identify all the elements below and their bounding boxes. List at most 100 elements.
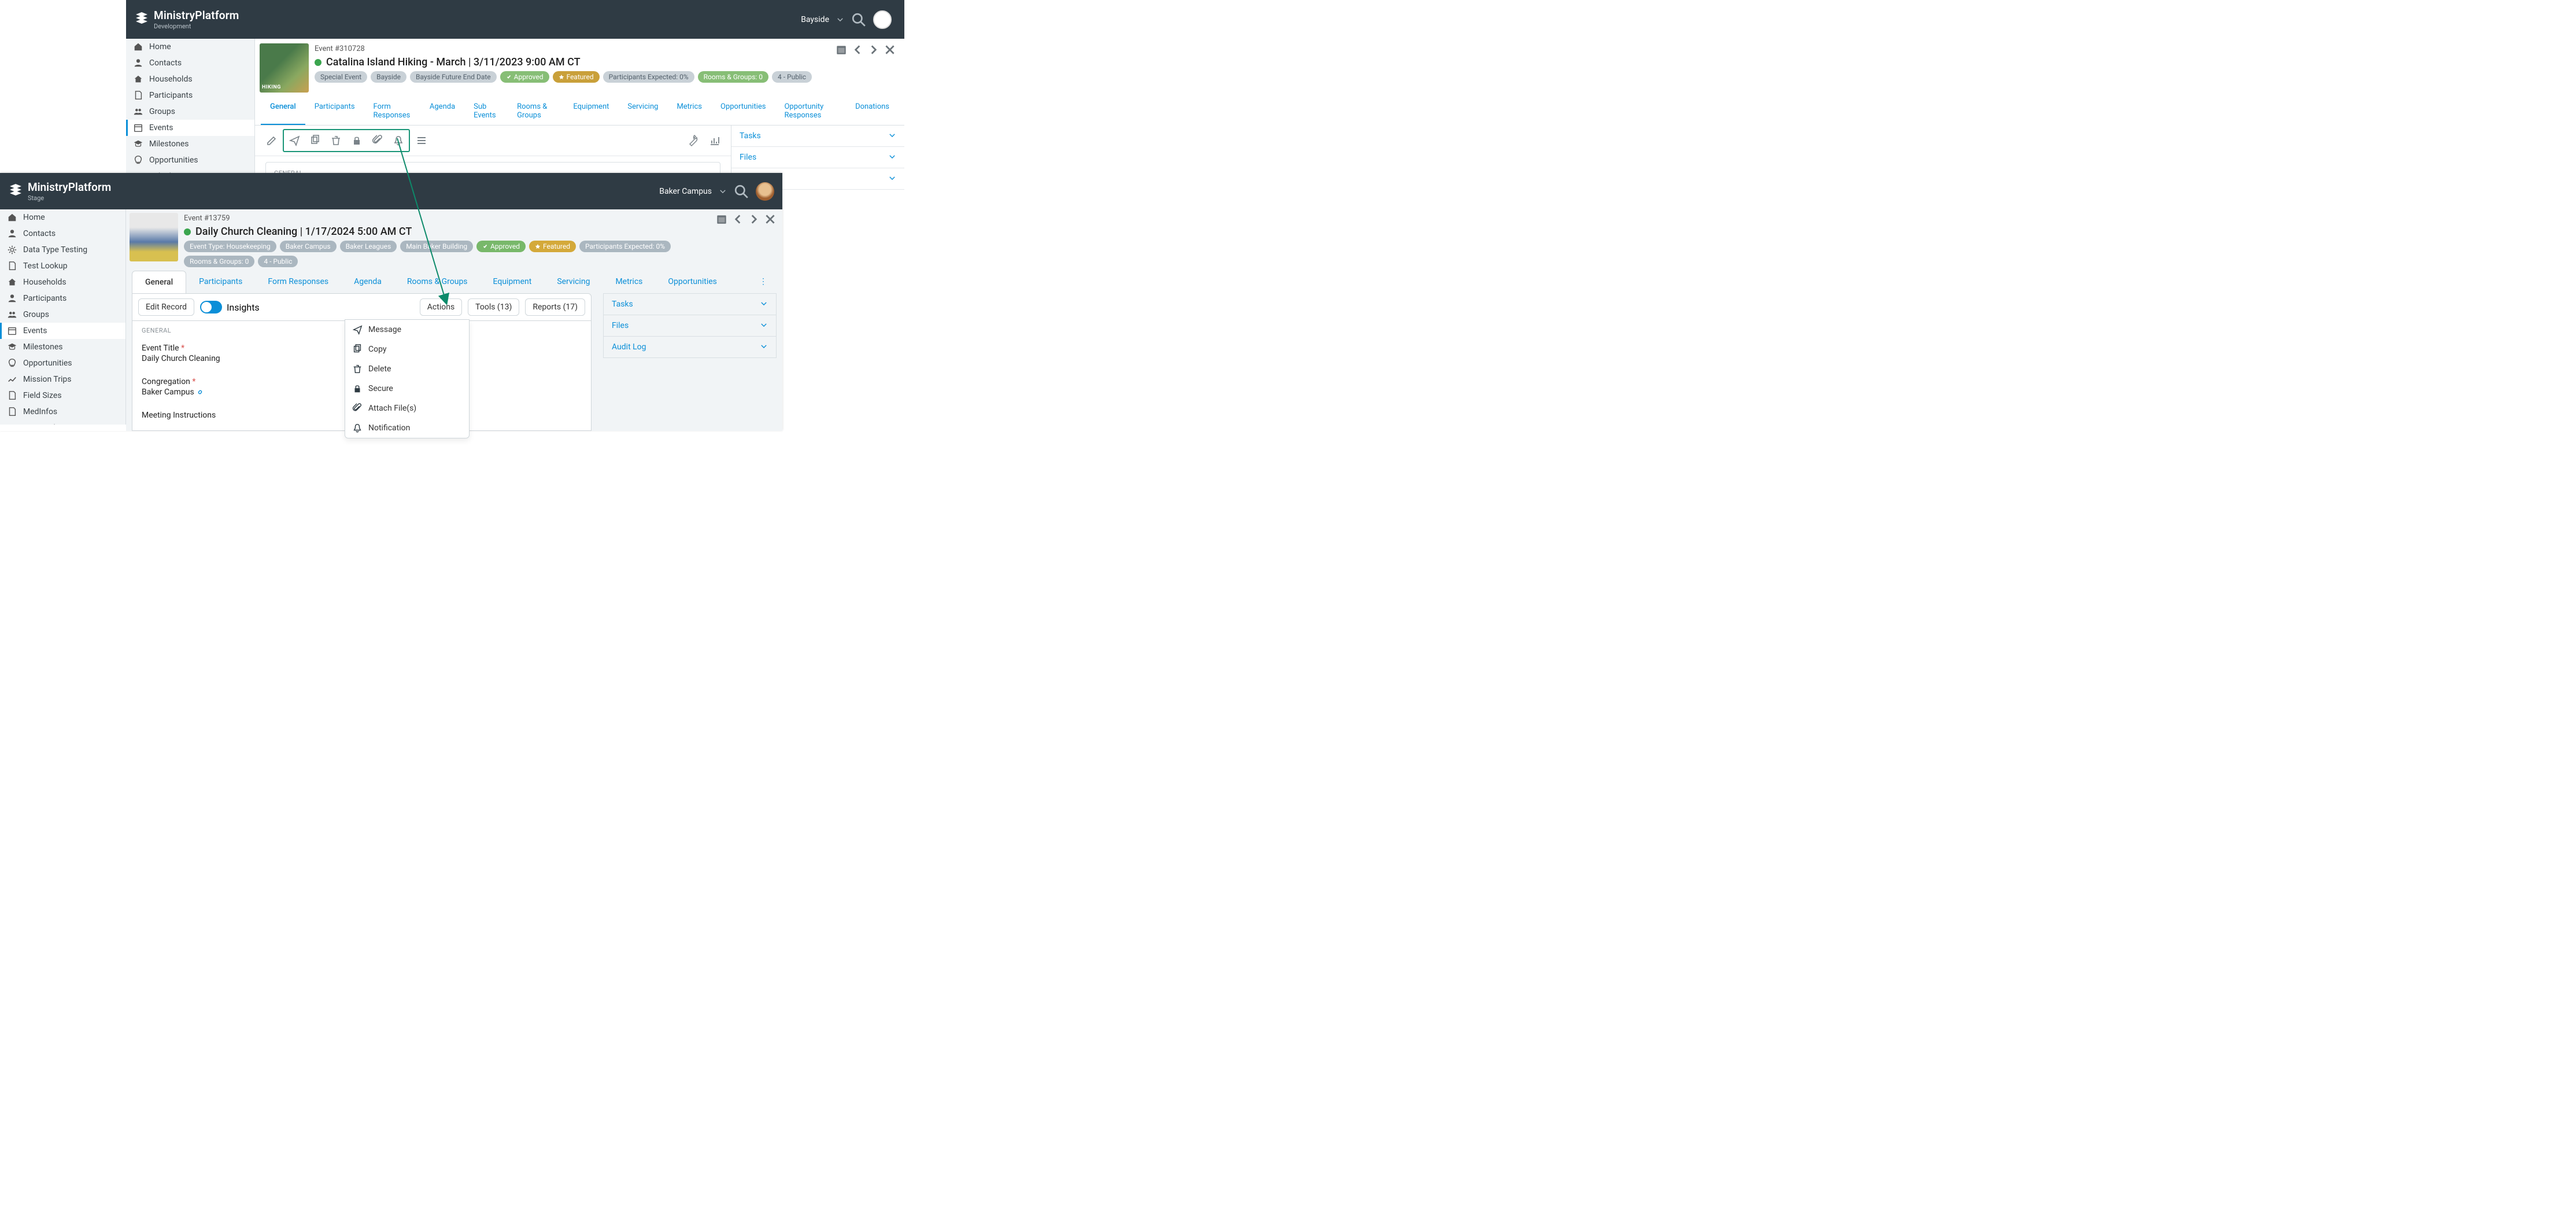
sidebar-item-opportunities[interactable]: Opportunities (0, 355, 125, 371)
folder-icon (7, 423, 17, 425)
insights-toggle[interactable]: Insights (200, 301, 260, 313)
tab-agenda[interactable]: Agenda (341, 271, 394, 293)
message-icon[interactable] (284, 130, 305, 151)
sidebar-item-households[interactable]: Households (126, 71, 254, 87)
logo[interactable]: MinistryPlatform Development (134, 9, 239, 30)
sidebar-item-milestones[interactable]: Milestones (126, 136, 254, 152)
chevron-down-icon[interactable] (836, 16, 844, 24)
copy-icon (352, 344, 363, 355)
tab-opportunities[interactable]: Opportunities (655, 271, 730, 293)
sidebar-item-home[interactable]: Home (0, 209, 125, 226)
tools-icon[interactable] (683, 130, 704, 151)
action-secure[interactable]: Secure (345, 379, 469, 399)
tab-equipment[interactable]: Equipment (481, 271, 545, 293)
tab-donations[interactable]: Donations (846, 97, 899, 125)
tab-participants[interactable]: Participants (186, 271, 255, 293)
sidebar-item-data-type-testing[interactable]: Data Type Testing (0, 242, 125, 258)
logo[interactable]: MinistryPlatform Stage (8, 180, 111, 202)
calendar-icon[interactable] (715, 213, 728, 226)
campus-selector[interactable]: Baker Campus (659, 187, 712, 196)
link-icon[interactable] (197, 388, 204, 394)
tab-rooms-&-groups[interactable]: Rooms & Groups (394, 271, 481, 293)
sidebar-item-contacts[interactable]: Contacts (0, 226, 125, 242)
sidebar-item-events[interactable]: Events (0, 323, 125, 339)
attach-icon[interactable] (367, 130, 388, 151)
tab-form-responses[interactable]: Form Responses (364, 97, 420, 125)
tab-sub-events[interactable]: Sub Events (464, 97, 508, 125)
tab-form-responses[interactable]: Form Responses (255, 271, 341, 293)
panel-files[interactable]: Files (603, 315, 777, 337)
tab-metrics[interactable]: Metrics (667, 97, 711, 125)
sidebar-item-contacts[interactable]: Contacts (126, 55, 254, 71)
prev-record-icon[interactable] (731, 213, 744, 226)
search-icon[interactable] (851, 12, 866, 27)
record-tabs: GeneralParticipantsForm ResponsesAgendaR… (132, 271, 777, 293)
menu-icon[interactable] (411, 130, 432, 151)
badge: Rooms & Groups: 0 (698, 71, 768, 83)
prev-record-icon[interactable] (851, 43, 864, 56)
action-attach-file-s-[interactable]: Attach File(s) (345, 399, 469, 418)
sidebar-item-label: MedInfos (23, 407, 57, 416)
sidebar-item-mission-trips[interactable]: Mission Trips (0, 371, 125, 388)
sidebar-item-test-lookup[interactable]: Test Lookup (0, 258, 125, 274)
tab-opportunity-responses[interactable]: Opportunity Responses (775, 97, 846, 125)
reports-icon[interactable] (704, 130, 725, 151)
next-record-icon[interactable] (748, 213, 760, 226)
sidebar-item-participants[interactable]: Participants (0, 290, 125, 307)
sidebar-item-field-sizes[interactable]: Field Sizes (0, 388, 125, 404)
panel-tasks[interactable]: Tasks (731, 126, 904, 147)
edit-record-button[interactable]: Edit Record (138, 298, 194, 316)
edit-icon[interactable] (261, 130, 282, 151)
search-icon[interactable] (734, 184, 749, 199)
toggle-switch[interactable] (200, 301, 222, 313)
action-notification[interactable]: Notification (345, 418, 469, 438)
tab-servicing[interactable]: Servicing (618, 97, 667, 125)
tab-rooms-&-groups[interactable]: Rooms & Groups (508, 97, 564, 125)
tab-participants[interactable]: Participants (305, 97, 364, 125)
badge: Featured (553, 71, 600, 83)
sidebar-item-group-files[interactable]: Group Files (0, 420, 125, 425)
copy-icon[interactable] (305, 130, 326, 151)
avatar[interactable] (873, 10, 892, 29)
secure-icon[interactable] (346, 130, 367, 151)
tab-servicing[interactable]: Servicing (544, 271, 603, 293)
panel-files[interactable]: Files (731, 147, 904, 168)
actions-button[interactable]: Actions (420, 298, 462, 316)
action-delete[interactable]: Delete (345, 359, 469, 379)
sidebar-item-households[interactable]: Households (0, 274, 125, 290)
badge-row: Event Type: HousekeepingBaker CampusBake… (184, 241, 709, 267)
close-icon[interactable] (764, 213, 777, 226)
tab-opportunities[interactable]: Opportunities (711, 97, 775, 125)
panel-audit-log[interactable]: Audit Log (603, 336, 777, 358)
action-message[interactable]: Message (345, 320, 469, 340)
sidebar-item-home[interactable]: Home (126, 39, 254, 55)
sidebar-item-participants[interactable]: Participants (126, 87, 254, 104)
campus-selector[interactable]: Bayside (801, 15, 829, 24)
tab-metrics[interactable]: Metrics (603, 271, 655, 293)
sidebar-item-groups[interactable]: Groups (126, 104, 254, 120)
notification-icon[interactable] (388, 130, 409, 151)
avatar[interactable] (756, 182, 774, 201)
tab-equipment[interactable]: Equipment (564, 97, 618, 125)
tab-general[interactable]: General (132, 271, 186, 293)
brand-name: MinistryPlatform (28, 180, 111, 194)
reports-button[interactable]: Reports (17) (525, 298, 585, 316)
sidebar-item-milestones[interactable]: Milestones (0, 339, 125, 355)
close-icon[interactable] (884, 43, 896, 56)
next-record-icon[interactable] (867, 43, 880, 56)
sidebar-item-opportunities[interactable]: Opportunities (126, 152, 254, 168)
delete-icon[interactable] (326, 130, 346, 151)
calendar-icon[interactable] (835, 43, 848, 56)
chevron-down-icon[interactable] (719, 187, 727, 195)
more-tabs-icon[interactable]: ⋮ (750, 271, 777, 293)
tab-agenda[interactable]: Agenda (420, 97, 464, 125)
panel-tasks[interactable]: Tasks (603, 293, 777, 315)
sidebar-item-medinfos[interactable]: MedInfos (0, 404, 125, 420)
tools-button[interactable]: Tools (13) (468, 298, 519, 316)
action-copy[interactable]: Copy (345, 340, 469, 359)
tab-general[interactable]: General (261, 97, 305, 125)
record-id: Event #310728 (315, 45, 829, 53)
sidebar-item-events[interactable]: Events (126, 120, 254, 136)
panel-label: Tasks (612, 300, 633, 309)
sidebar-item-groups[interactable]: Groups (0, 307, 125, 323)
